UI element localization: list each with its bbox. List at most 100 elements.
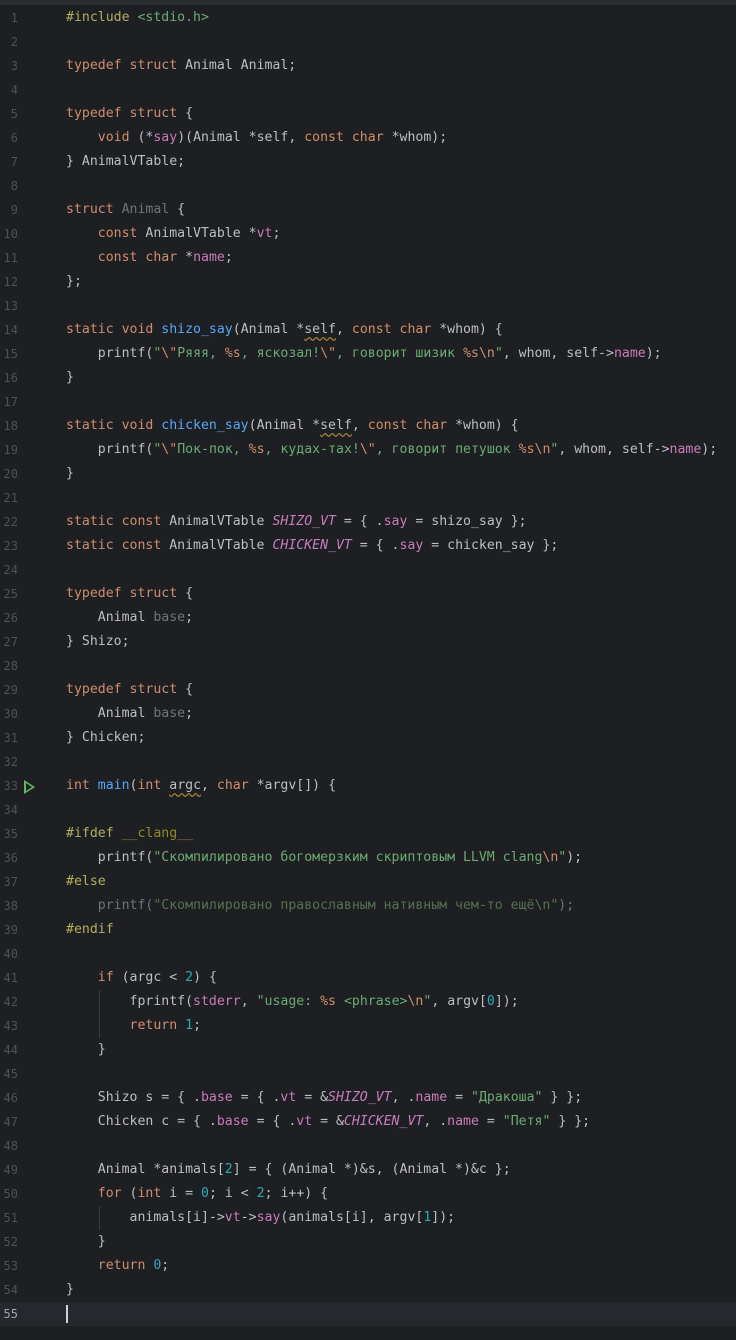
code-token: shizo_say (161, 322, 233, 337)
code-line[interactable]: 17 (0, 390, 736, 414)
code-token: self (304, 322, 336, 337)
code-line[interactable]: 52 } (0, 1230, 736, 1254)
code-line[interactable]: 37 #else (0, 870, 736, 894)
code-line[interactable]: 44 } (0, 1038, 736, 1062)
code-line[interactable]: 24 (0, 558, 736, 582)
code-line[interactable]: 18 static void chicken_say(Animal *self, … (0, 414, 736, 438)
code-token: = { . (335, 514, 384, 529)
code-token: ); (645, 346, 662, 361)
code-line[interactable]: 55 (0, 1302, 736, 1326)
code-line[interactable]: 32 (0, 750, 736, 774)
line-number: 27 (3, 635, 18, 649)
code-token: ); (701, 442, 718, 457)
code-line[interactable]: 14 static void shizo_say(Animal *self, co… (0, 318, 736, 342)
code-token: { (185, 586, 194, 601)
code-line[interactable]: 20} (0, 462, 736, 486)
code-token: ; (224, 250, 233, 265)
code-line[interactable]: 13 (0, 294, 736, 318)
code-line[interactable]: 6 void (*say)(Animal *self, const char *… (0, 126, 736, 150)
code-line[interactable]: 5 typedef struct { (0, 102, 736, 126)
code-line[interactable]: 8 (0, 174, 736, 198)
code-token: struct (66, 202, 122, 217)
code-line[interactable]: 31} Chicken; (0, 726, 736, 750)
code-line[interactable]: 29 typedef struct { (0, 678, 736, 702)
code-text: printf("Скомпилировано православным нати… (66, 894, 574, 918)
code-token: AnimalVTable (169, 514, 273, 529)
code-line[interactable]: 9 struct Animal { (0, 198, 736, 222)
code-line[interactable]: 4 (0, 78, 736, 102)
code-line[interactable]: 38 printf("Скомпилировано православным н… (0, 894, 736, 918)
code-line[interactable]: 25 typedef struct { (0, 582, 736, 606)
code-line[interactable]: 1 #include <stdio.h> (0, 6, 736, 30)
code-token: , . (423, 1114, 448, 1129)
code-line[interactable]: 28 (0, 654, 736, 678)
code-token: } (66, 1234, 106, 1249)
code-token: = { . (248, 1114, 297, 1129)
code-line[interactable]: 50 for (int i = 0; i < 2; i++) { (0, 1182, 736, 1206)
code-line[interactable]: 21 (0, 486, 736, 510)
code-line[interactable]: 2 (0, 30, 736, 54)
code-line[interactable]: 22 static const AnimalVTable SHIZO_VT = {… (0, 510, 736, 534)
code-line[interactable]: 48 (0, 1134, 736, 1158)
code-text: } AnimalVTable; (66, 150, 185, 174)
code-text: if (argc < 2) { (66, 966, 217, 990)
code-line[interactable]: 30 Animal base; (0, 702, 736, 726)
code-editor[interactable]: 1 #include <stdio.h> 2 3 typedef struct Anim… (0, 6, 736, 1340)
code-line[interactable]: 7} AnimalVTable; (0, 150, 736, 174)
code-token: if (97, 970, 122, 985)
run-icon[interactable] (24, 780, 35, 794)
code-line[interactable]: 42 fprintf(stderr, "usage: %s <phrase>\n… (0, 990, 736, 1014)
code-line[interactable]: 39 #endif (0, 918, 736, 942)
code-line[interactable]: 15 printf("\"Ряяя, %s, яскозал!\", говор… (0, 342, 736, 366)
code-token: { (185, 682, 194, 697)
code-token: base (200, 1090, 233, 1105)
code-line[interactable]: 12}; (0, 270, 736, 294)
code-line[interactable]: 51 animals[i]->vt->say(animals[i], argv[… (0, 1206, 736, 1230)
code-token: } }; (550, 1114, 591, 1129)
code-line[interactable]: 34 (0, 798, 736, 822)
line-number: 4 (10, 83, 18, 97)
code-line[interactable]: 46 Shizo s = { .base = { .vt = &SHIZO_VT… (0, 1086, 736, 1110)
code-token: = (447, 1090, 471, 1105)
code-token: __clang__ (121, 826, 194, 841)
code-line[interactable]: 10 const AnimalVTable *vt; (0, 222, 736, 246)
code-token: ; i < (208, 1186, 257, 1201)
code-token: base (153, 610, 186, 625)
code-token: , whom, self-> (502, 346, 614, 361)
code-text: static void chicken_say(Animal *self, co… (66, 414, 519, 438)
code-line[interactable]: 19 printf("\"Пок-пок, %s, кудах-тах!\", … (0, 438, 736, 462)
code-token: (* (137, 130, 154, 145)
code-line[interactable]: 33 int main(int argc, char *argv[]) { (0, 774, 736, 798)
code-line[interactable]: 45 (0, 1062, 736, 1086)
code-token: } Chicken; (66, 730, 146, 745)
code-token: }; (66, 274, 82, 289)
code-line[interactable]: 41 if (argc < 2) { (0, 966, 736, 990)
code-token: 0 (201, 1186, 209, 1201)
code-line[interactable]: 3 typedef struct Animal Animal; (0, 54, 736, 78)
code-line[interactable]: 47 Chicken c = { .base = { .vt = &CHICKE… (0, 1110, 736, 1134)
code-line[interactable]: 54} (0, 1278, 736, 1302)
line-number: 45 (3, 1067, 18, 1081)
code-text: Shizo s = { .base = { .vt = &SHIZO_VT, .… (66, 1086, 582, 1110)
code-line[interactable]: 26 Animal base; (0, 606, 736, 630)
code-line[interactable]: 27} Shizo; (0, 630, 736, 654)
code-line[interactable]: 53 return 0; (0, 1254, 736, 1278)
code-token: ); (558, 898, 575, 913)
code-line[interactable]: 35 #ifdef __clang__ (0, 822, 736, 846)
code-token: int (137, 1186, 170, 1201)
code-token: printf( (66, 442, 154, 457)
code-token: } (66, 1282, 74, 1297)
code-line[interactable]: 23 static const AnimalVTable CHICKEN_VT =… (0, 534, 736, 558)
code-line[interactable]: 43 return 1; (0, 1014, 736, 1038)
code-line[interactable]: 16} (0, 366, 736, 390)
code-text: printf("\"Пок-пок, %s, кудах-тах!\", гов… (66, 438, 717, 462)
code-token: \" (320, 346, 337, 361)
code-line[interactable]: 36 printf("Скомпилировано богомерзким ск… (0, 846, 736, 870)
code-line[interactable]: 40 (0, 942, 736, 966)
line-number: 53 (3, 1259, 18, 1273)
code-line[interactable]: 11 const char *name; (0, 246, 736, 270)
code-token: ); (566, 850, 583, 865)
code-line[interactable]: 49 Animal *animals[2] = { (Animal *)&s, … (0, 1158, 736, 1182)
code-text: typedef struct { (66, 582, 193, 606)
code-token: const (97, 226, 146, 241)
